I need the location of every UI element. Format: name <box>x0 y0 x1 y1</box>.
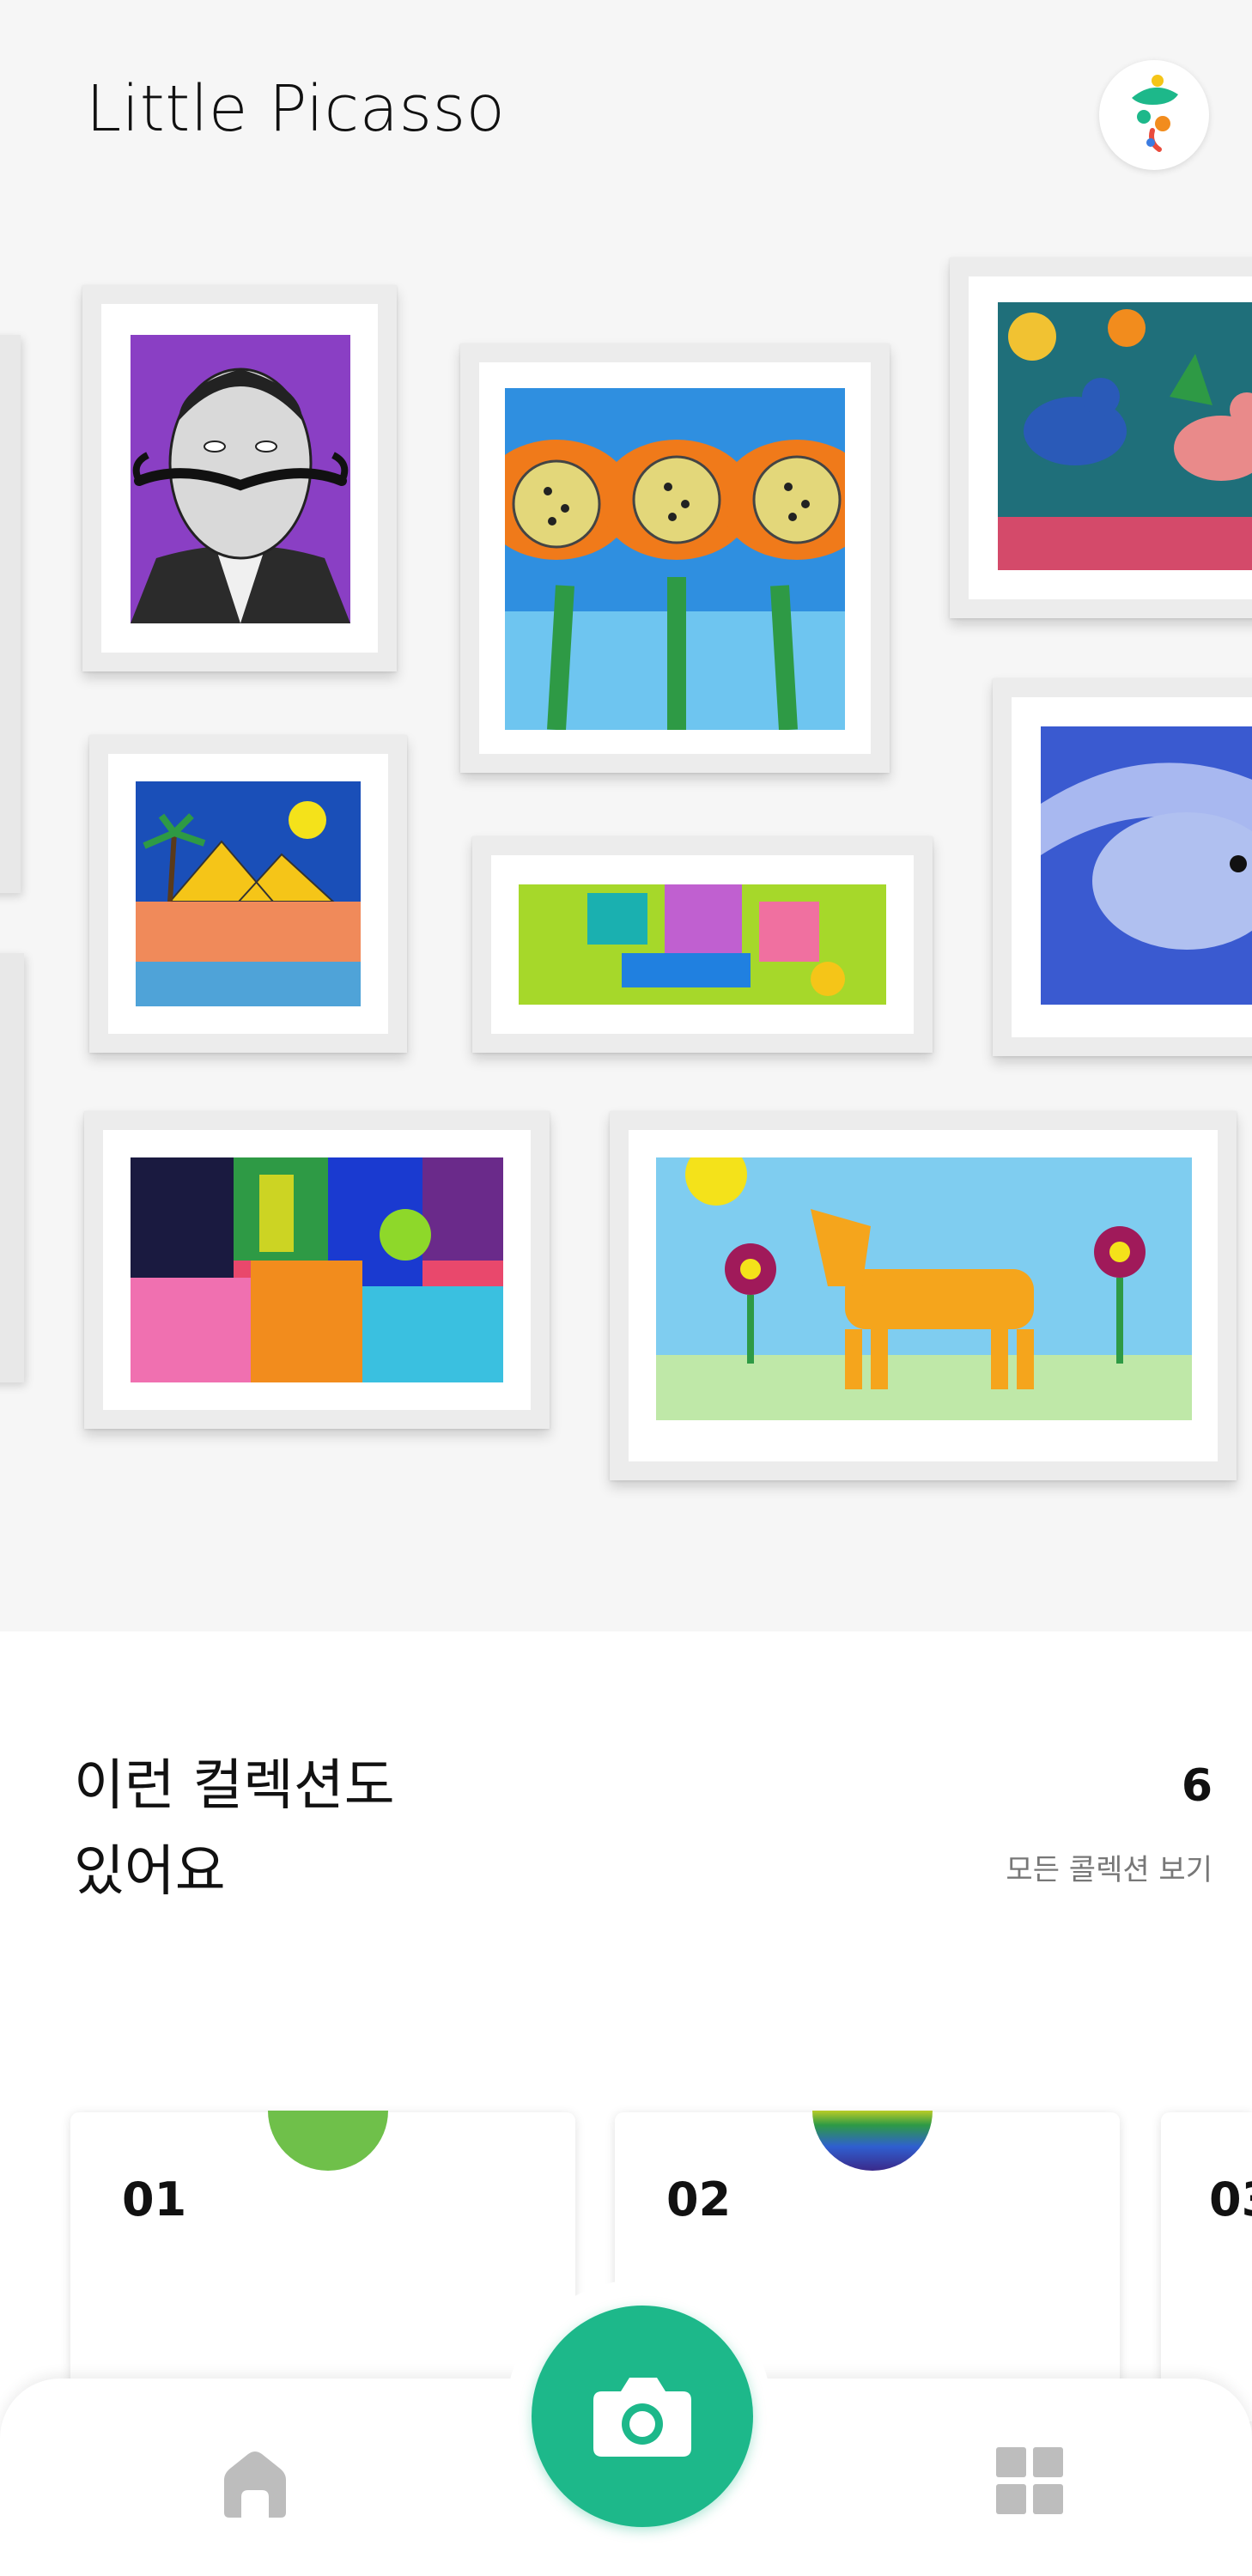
collection-card-number: 03 <box>1209 2172 1252 2227</box>
app-logo-icon <box>1132 75 1178 152</box>
artwork-frame[interactable] <box>82 285 397 671</box>
artwork-frame[interactable] <box>472 836 933 1053</box>
art-gallery-wall <box>0 232 1252 1631</box>
avatar[interactable] <box>1099 60 1209 170</box>
artwork-collage <box>131 1157 503 1382</box>
collections-count: 6 <box>1181 1760 1212 1812</box>
collection-card[interactable]: 01 <box>70 2111 575 2421</box>
artwork-horse <box>656 1157 1192 1420</box>
collection-card-number: 01 <box>122 2172 187 2227</box>
artwork-unicorn <box>1041 726 1252 1005</box>
artwork-frame[interactable] <box>950 258 1252 618</box>
camera-button[interactable] <box>532 2306 753 2527</box>
app-title: Little Picasso <box>86 72 506 146</box>
app-header: Little Picasso <box>0 0 1252 232</box>
collections-title: 이런 컬렉션도 있어요 <box>74 1743 589 1915</box>
camera-icon <box>593 2378 691 2457</box>
collection-card[interactable]: 03 <box>1161 2112 1252 2421</box>
artwork-pyramids <box>136 781 361 1006</box>
home-icon <box>224 2451 286 2518</box>
view-all-collections-link[interactable]: 모든 콜렉션 보기 <box>1006 1846 1212 1888</box>
artwork-frame[interactable] <box>993 678 1252 1056</box>
nav-collections-button[interactable] <box>996 2447 1063 2514</box>
artwork-frame[interactable] <box>460 343 890 773</box>
artwork-frame[interactable] <box>610 1111 1237 1480</box>
artwork-portrait <box>131 335 350 623</box>
collection-card-number: 02 <box>666 2172 732 2227</box>
artwork-sunflowers <box>505 388 845 730</box>
artwork-birds <box>998 302 1252 570</box>
artwork-frame[interactable] <box>89 735 407 1053</box>
partial-frame-left <box>0 335 21 893</box>
artwork-abstract <box>519 884 886 1005</box>
collections-title-line2: 있어요 <box>74 1840 226 1904</box>
grid-icon <box>996 2447 1063 2514</box>
nav-home-button[interactable] <box>219 2447 291 2519</box>
partial-frame-left <box>0 953 24 1382</box>
artwork-frame[interactable] <box>84 1111 550 1429</box>
collections-title-line1: 이런 컬렉션도 <box>74 1754 395 1818</box>
